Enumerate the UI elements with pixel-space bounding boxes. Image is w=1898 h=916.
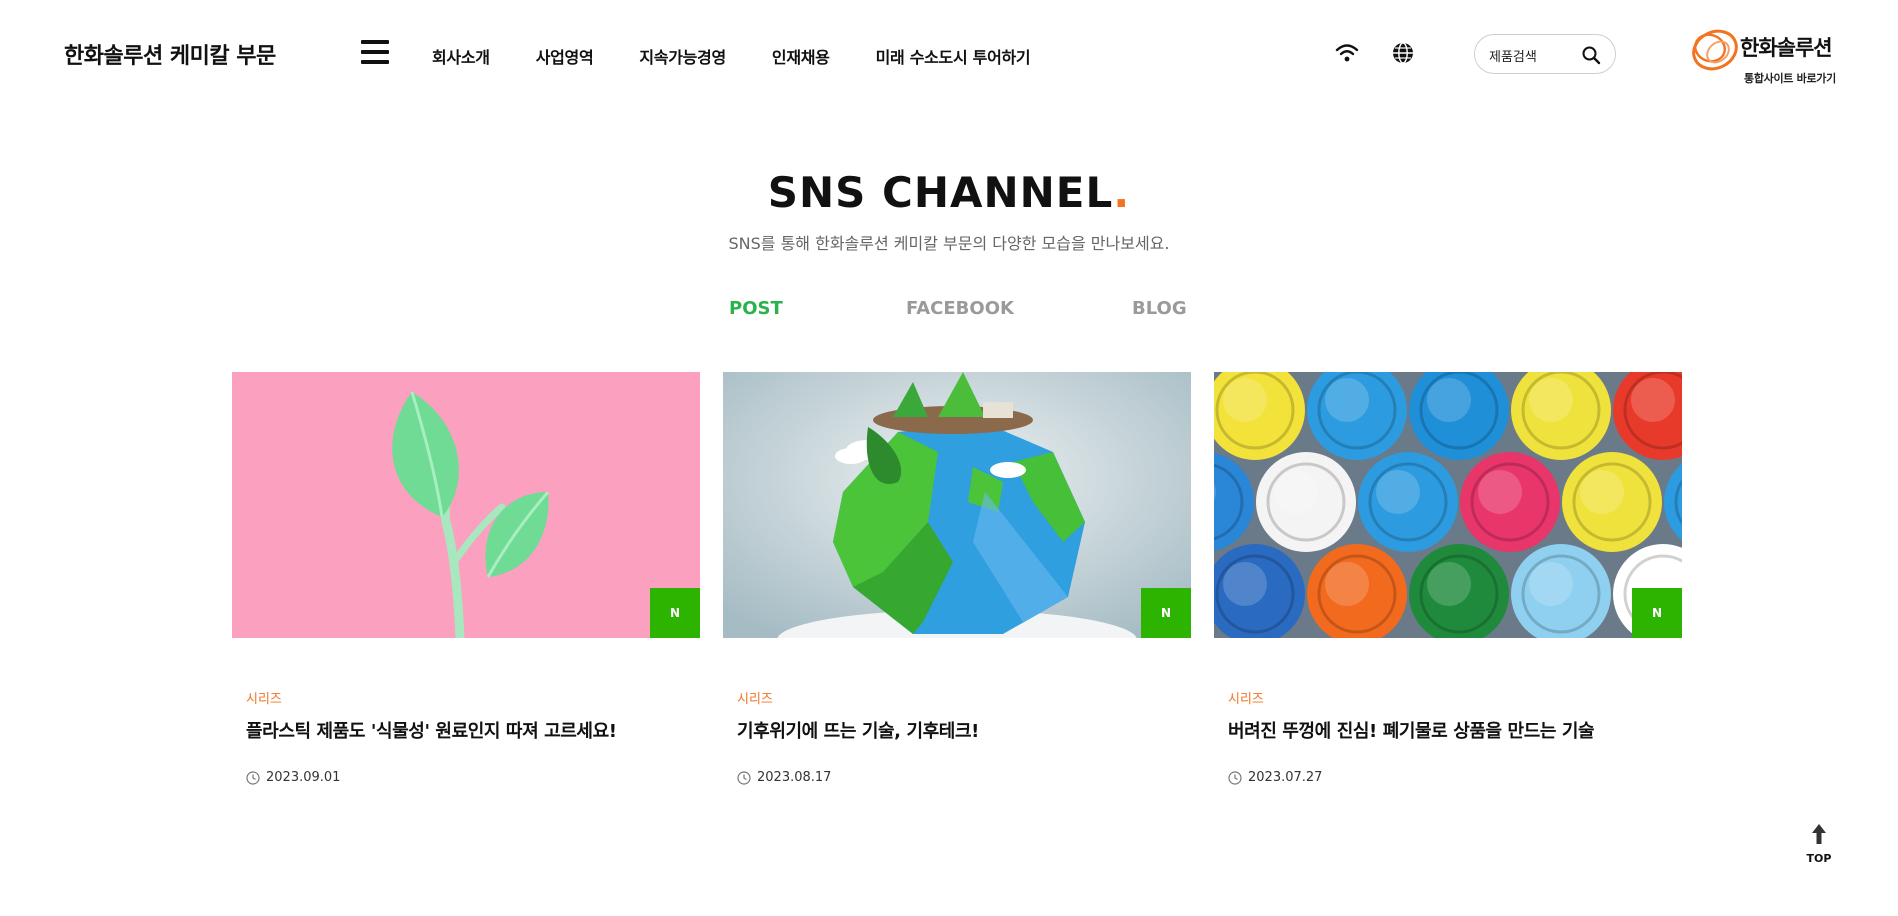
brand-title[interactable]: 한화솔루션 케미칼 부문: [64, 38, 276, 70]
post-category: 시리즈: [737, 692, 773, 707]
post-title[interactable]: 기후위기에 뜨는 기술, 기후테크!: [737, 717, 979, 743]
clock-icon: [246, 770, 260, 785]
post-date-text: 2023.09.01: [266, 770, 341, 785]
site-header: 한화솔루션 케미칼 부문 회사소개 사업영역 지속가능경영 인재채용 미래 수소…: [0, 0, 1898, 110]
post-card[interactable]: N 시리즈 플라스틱 제품도 '식물성' 원료인지 따져 고르세요! 2023.…: [232, 372, 700, 792]
hanwha-logo-icon: [1692, 29, 1738, 71]
nav-item-business[interactable]: 사업영역: [536, 44, 594, 68]
main-nav: 회사소개 사업영역 지속가능경영 인재채용 미래 수소도시 투어하기: [432, 44, 1076, 68]
nav-item-hydrogen-tour[interactable]: 미래 수소도시 투어하기: [876, 44, 1031, 68]
search-icon[interactable]: [1581, 45, 1601, 65]
tab-blog[interactable]: BLOG: [1132, 298, 1187, 319]
new-badge: N: [650, 588, 700, 638]
new-badge: N: [1632, 588, 1682, 638]
post-date-text: 2023.07.27: [1248, 770, 1323, 785]
nav-item-careers[interactable]: 인재채용: [772, 44, 830, 68]
post-card[interactable]: N 시리즈 버려진 뚜껑에 진심! 폐기물로 상품을 만드는 기술 2023.0…: [1214, 372, 1682, 792]
post-category: 시리즈: [1228, 692, 1264, 707]
product-search-label: 제품검색: [1489, 50, 1537, 65]
post-card[interactable]: N 시리즈 기후위기에 뜨는 기술, 기후테크! 2023.08.17: [723, 372, 1191, 792]
product-search[interactable]: 제품검색: [1474, 34, 1616, 74]
scroll-top-button[interactable]: TOP: [1804, 822, 1834, 866]
post-date-text: 2023.08.17: [757, 770, 832, 785]
post-thumbnail-sprout: [232, 372, 700, 638]
post-category: 시리즈: [246, 692, 282, 707]
arrow-up-icon: [1812, 824, 1826, 844]
clock-icon: [1228, 770, 1242, 785]
tab-facebook[interactable]: FACEBOOK: [906, 298, 1014, 319]
hanwha-logo-link[interactable]: 한화솔루션 통합사이트 바로가기: [1688, 24, 1848, 88]
section-title-text: SNS CHANNEL: [767, 168, 1114, 217]
nav-item-company[interactable]: 회사소개: [432, 44, 490, 68]
clock-icon: [737, 770, 751, 785]
post-date: 2023.07.27: [1228, 770, 1322, 785]
scroll-top-label: TOP: [1806, 852, 1832, 865]
logo-name: 한화솔루션: [1740, 36, 1833, 60]
post-date: 2023.09.01: [246, 770, 340, 785]
new-badge: N: [1141, 588, 1191, 638]
globe-icon[interactable]: [1390, 40, 1416, 66]
section-subtitle: SNS를 통해 한화솔루션 케미칼 부문의 다양한 모습을 만나보세요.: [728, 234, 1170, 253]
menu-icon[interactable]: [361, 40, 389, 64]
logo-subtitle: 통합사이트 바로가기: [1744, 72, 1836, 85]
section-title-dot: .: [1113, 168, 1131, 217]
post-date: 2023.08.17: [737, 770, 831, 785]
post-thumbnail-earth: [723, 372, 1191, 638]
nav-item-sustainability[interactable]: 지속가능경영: [639, 44, 726, 68]
wifi-icon[interactable]: [1334, 40, 1360, 66]
post-title[interactable]: 플라스틱 제품도 '식물성' 원료인지 따져 고르세요!: [246, 717, 617, 743]
post-thumbnail-bottle-caps: [1214, 372, 1682, 638]
section-title: SNS CHANNEL.: [0, 168, 1898, 217]
tab-post[interactable]: POST: [729, 298, 783, 319]
post-title[interactable]: 버려진 뚜껑에 진심! 폐기물로 상품을 만드는 기술: [1228, 717, 1595, 743]
